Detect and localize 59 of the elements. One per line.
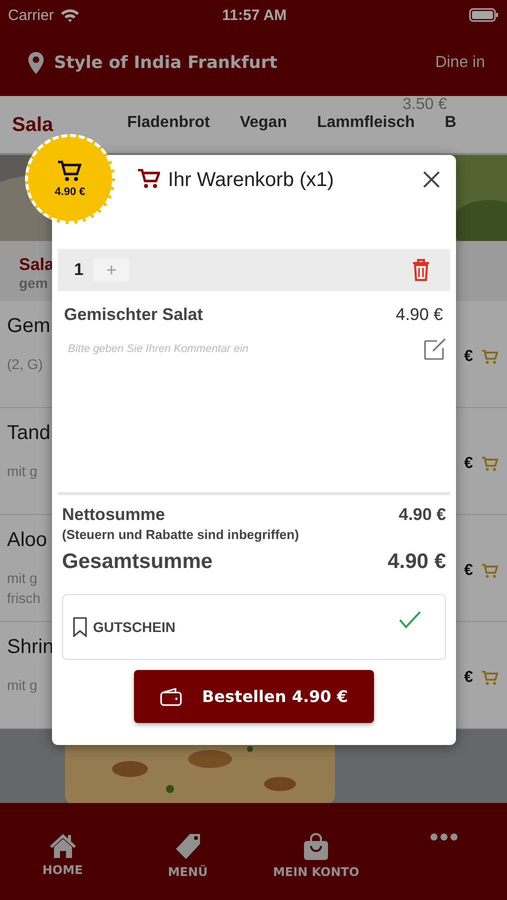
bookmark-icon [73,617,87,637]
dish-price: € [464,562,473,580]
add-to-cart-icon[interactable] [481,456,499,472]
dish-price: € [464,348,473,366]
section-subtitle: gem [19,275,48,291]
cart-icon [58,160,82,182]
close-icon[interactable] [423,171,440,188]
wifi-icon [60,8,80,22]
carrier-name: Carrier [8,6,54,24]
voucher-field[interactable]: GUTSCHEIN [62,594,446,660]
order-mode[interactable]: Dine in [435,54,485,72]
net-total-value: 4.90 € [398,505,446,525]
dish-price: € [464,455,473,473]
location-pin-icon [28,52,44,74]
cart-item-price: 4.90 € [396,305,443,325]
dish-description: mit g [7,676,38,695]
house-icon [48,833,77,859]
wallet-icon [160,688,182,706]
add-to-cart-icon[interactable] [481,563,499,579]
tax-note: (Steuern und Rabatte sind inbegriffen) [62,527,300,542]
dish-name[interactable]: Shrin [7,636,54,659]
tag-icon [174,833,202,861]
grand-total-value: 4.90 € [388,550,446,574]
category-tab[interactable]: Fladenbrot [127,114,210,138]
dish-description: mit g [7,462,38,481]
dish-price: € [464,669,473,687]
dish-description: frisch [7,589,42,608]
add-to-cart-icon[interactable] [481,670,499,686]
dish-name[interactable]: Aloo [7,529,48,552]
add-to-cart-icon[interactable] [481,349,499,365]
dish-description: (2, G) [7,355,44,374]
cart-item-name: Gemischter Salat [64,305,203,325]
section-title: Sala [19,255,54,275]
net-total-label: Nettosumme [62,505,165,525]
order-button[interactable]: Bestellen 4.90 € [134,670,374,723]
category-tab[interactable]: B [444,114,456,138]
nav-tab[interactable]: MEIN KONTO [272,833,360,879]
quantity-value: 1 [74,260,84,280]
price-text: 3.50 € [402,96,447,114]
restaurant-name[interactable]: Style of India Frankfurt [54,53,426,73]
category-tab[interactable]: Sala [12,114,54,136]
dish-description: mit g [7,569,38,588]
nav-tab[interactable]: MENÜ [148,833,228,879]
category-tab[interactable]: Vegan [240,114,287,138]
status-time: 11:57 AM [221,6,288,24]
voucher-label: GUTSCHEIN [93,619,176,635]
dialog-title: Ihr Warenkorb (x1) [168,169,335,192]
edit-icon[interactable] [423,337,447,361]
battery-icon [469,8,499,22]
grand-total-label: Gesamtsumme [62,550,213,574]
cart-icon [138,169,160,189]
shopping-bag-icon [303,833,330,861]
delete-icon[interactable] [412,259,430,281]
nav-tab[interactable]: HOME [22,833,103,877]
more-icon [430,833,458,841]
comment-field[interactable]: Bitte geben Sie Ihren Kommentar ein [68,343,423,355]
dish-name[interactable]: Tand [7,422,50,445]
dish-name[interactable]: Gem [7,315,50,338]
category-tab[interactable]: Lammfleisch [316,114,415,138]
